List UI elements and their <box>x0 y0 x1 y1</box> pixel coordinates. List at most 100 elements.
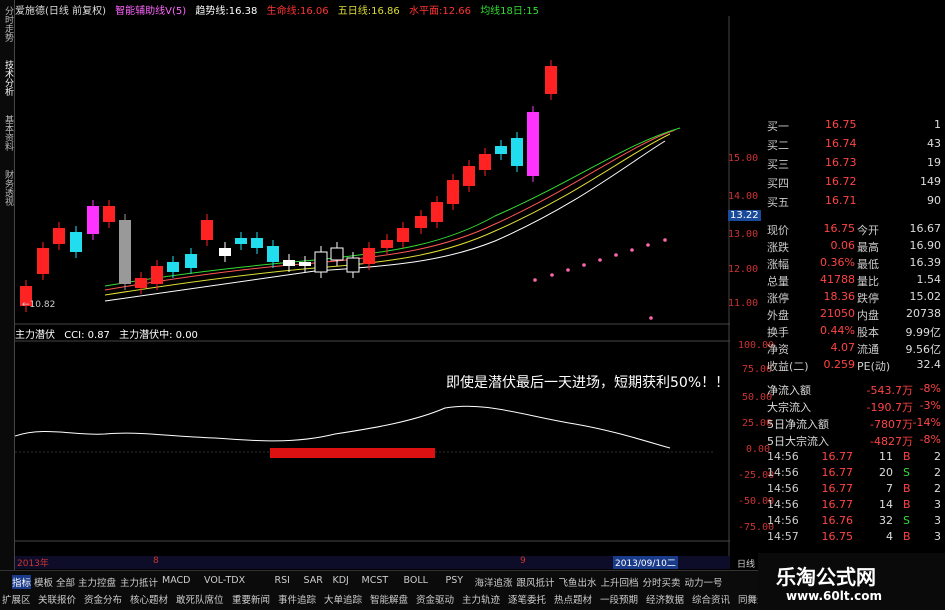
watermark: 乐淘公式网 www.60lt.com <box>758 553 945 609</box>
indicator-tab[interactable]: 模板 <box>34 575 53 589</box>
projection-dots <box>533 238 667 320</box>
candle-body <box>479 154 491 170</box>
projection-dot <box>663 238 667 242</box>
indicator-tab[interactable]: 指标 <box>12 575 32 589</box>
quote-row: 外盘 21050 内盘 20738 <box>767 307 941 322</box>
candle-body <box>447 180 459 204</box>
price-axis-13: 13.00 <box>728 229 759 240</box>
price-axis-15: 15.00 <box>728 153 759 164</box>
category-tab[interactable]: 重要新闻 <box>232 592 270 606</box>
price-axis-14: 14.00 <box>728 191 759 202</box>
projection-dot <box>630 248 634 252</box>
category-tab[interactable]: 主力轨迹 <box>462 592 500 606</box>
tick-row: 14:56 16.77 14 B 3 <box>767 498 941 511</box>
candle-body <box>235 238 247 244</box>
left-tab-bar: 分时走势 技术分析 基本资料 财务透视 <box>0 0 15 570</box>
indicator-tab[interactable]: PSY <box>446 575 464 586</box>
quote-row: 收益(二) 0.259 PE(动) 32.4 <box>767 358 941 373</box>
low-marker: ←10.82 <box>22 300 56 310</box>
category-tab[interactable]: 敢死队席位 <box>176 592 224 606</box>
category-tab[interactable]: 扩展区 <box>2 592 31 606</box>
candle-body <box>219 248 231 256</box>
indicator-tab[interactable]: MACD <box>162 575 190 586</box>
indicator-tab[interactable]: MCST <box>362 575 389 586</box>
indicator-tab[interactable]: BOLL <box>404 575 428 586</box>
indicator-tab[interactable]: 动力一号 <box>685 575 723 589</box>
indicator-tab[interactable]: 分时买卖 <box>643 575 681 589</box>
quote-row: 换手 0.44% 股本 9.99亿 <box>767 324 941 339</box>
quote-row: 涨停 18.36 跌停 15.02 <box>767 290 941 305</box>
projection-dot <box>649 316 653 320</box>
indicator-tab[interactable]: 全部 <box>56 575 75 589</box>
category-tab[interactable]: 资金驱动 <box>416 592 454 606</box>
order-book-row: 买三 16.73 19 <box>767 156 941 171</box>
quote-row: 涨幅 0.36% 最低 16.39 <box>767 256 941 271</box>
candle-body <box>167 262 179 272</box>
tab-basic-info[interactable]: 基本资料 <box>1 115 13 165</box>
tick-row: 14:56 16.77 11 B 2 <box>767 450 941 463</box>
category-tab[interactable]: 核心题材 <box>130 592 168 606</box>
price-axis-12: 12.00 <box>728 264 759 275</box>
candle-body <box>431 202 443 222</box>
indicator-tab[interactable]: 跟风抵计 <box>517 575 555 589</box>
candle-body <box>267 246 279 262</box>
tick-row: 14:56 16.76 32 S 3 <box>767 514 941 527</box>
tab-intraday[interactable]: 分时走势 <box>1 6 13 56</box>
indicator-tab[interactable]: 飞鱼出水 <box>559 575 597 589</box>
side-tab[interactable]: 日线 <box>737 557 755 570</box>
projection-dot <box>533 278 537 282</box>
order-book-row: 买二 16.74 43 <box>767 137 941 152</box>
candle-body <box>495 146 507 154</box>
quote-row: 涨跌 0.06 最高 16.90 <box>767 239 941 254</box>
watermark-url: www.60lt.com <box>786 589 883 603</box>
category-tab[interactable]: 智能解盘 <box>370 592 408 606</box>
tab-financial[interactable]: 财务透视 <box>1 170 13 220</box>
flow-row: 5日大宗流入 -4827万 -8% <box>767 433 941 448</box>
category-tab[interactable]: 经济数据 <box>646 592 684 606</box>
tick-row: 14:57 16.75 4 B 3 <box>767 530 941 543</box>
candle-body <box>103 206 115 222</box>
category-tab[interactable]: 逐笔委托 <box>508 592 546 606</box>
time-axis-year: 2013年 <box>17 559 49 569</box>
tick-row: 14:56 16.77 20 S 2 <box>767 466 941 479</box>
indicator-tab[interactable]: RSI <box>275 575 290 586</box>
indicator-tab[interactable]: 主力抵计 <box>120 575 158 589</box>
order-book-row: 买一 16.75 1 <box>767 118 941 133</box>
quote-panel: 买一 16.75 1 买二 16.74 43 买三 16.73 19 买四 16.72 149 买五 16… <box>765 118 945 560</box>
candle-body <box>87 206 99 234</box>
candles-group <box>20 60 557 312</box>
candle-body <box>397 228 409 242</box>
projection-dot <box>566 268 570 272</box>
category-tab[interactable]: 大单追踪 <box>324 592 362 606</box>
category-tab[interactable]: 综合资讯 <box>692 592 730 606</box>
indicator-tab[interactable]: 上升回档 <box>601 575 639 589</box>
indicator-tab[interactable]: VOL-TDX <box>204 575 245 586</box>
quote-row: 总量 41788 量比 1.54 <box>767 273 941 288</box>
candle-body <box>415 216 427 228</box>
flow-row: 净流入额 -543.7万 -8% <box>767 382 941 397</box>
indicator-tab[interactable]: SAR <box>304 575 323 586</box>
category-tab[interactable]: 热点题材 <box>554 592 592 606</box>
indicator-tab[interactable]: KDJ <box>333 575 349 586</box>
candle-body <box>381 240 393 248</box>
category-tab[interactable]: 事件追踪 <box>278 592 316 606</box>
indicator-tab[interactable]: 主力控盘 <box>78 575 116 589</box>
category-tab[interactable]: 资金分布 <box>84 592 122 606</box>
sub-title: 主力潜伏 CCI: 0.87 主力潜伏中: 0.00 <box>15 326 198 341</box>
candle-body <box>363 248 375 264</box>
candle-body <box>119 220 131 284</box>
candle-body <box>511 138 523 166</box>
candle-body <box>283 260 295 266</box>
candle-body <box>251 238 263 248</box>
projection-dot <box>550 273 554 277</box>
indicator-tab[interactable]: 海洋追涨 <box>475 575 513 589</box>
current-price-tag: 13.22 <box>728 210 761 221</box>
candle-body <box>299 262 311 266</box>
projection-dot <box>646 243 650 247</box>
tab-technical[interactable]: 技术分析 <box>1 60 13 110</box>
category-tab[interactable]: 关联报价 <box>38 592 76 606</box>
kline-chart[interactable] <box>15 16 730 556</box>
category-tab[interactable]: 一段预期 <box>600 592 638 606</box>
sub-cci: CCI: 0.87 <box>64 330 110 341</box>
candle-body <box>527 112 539 176</box>
